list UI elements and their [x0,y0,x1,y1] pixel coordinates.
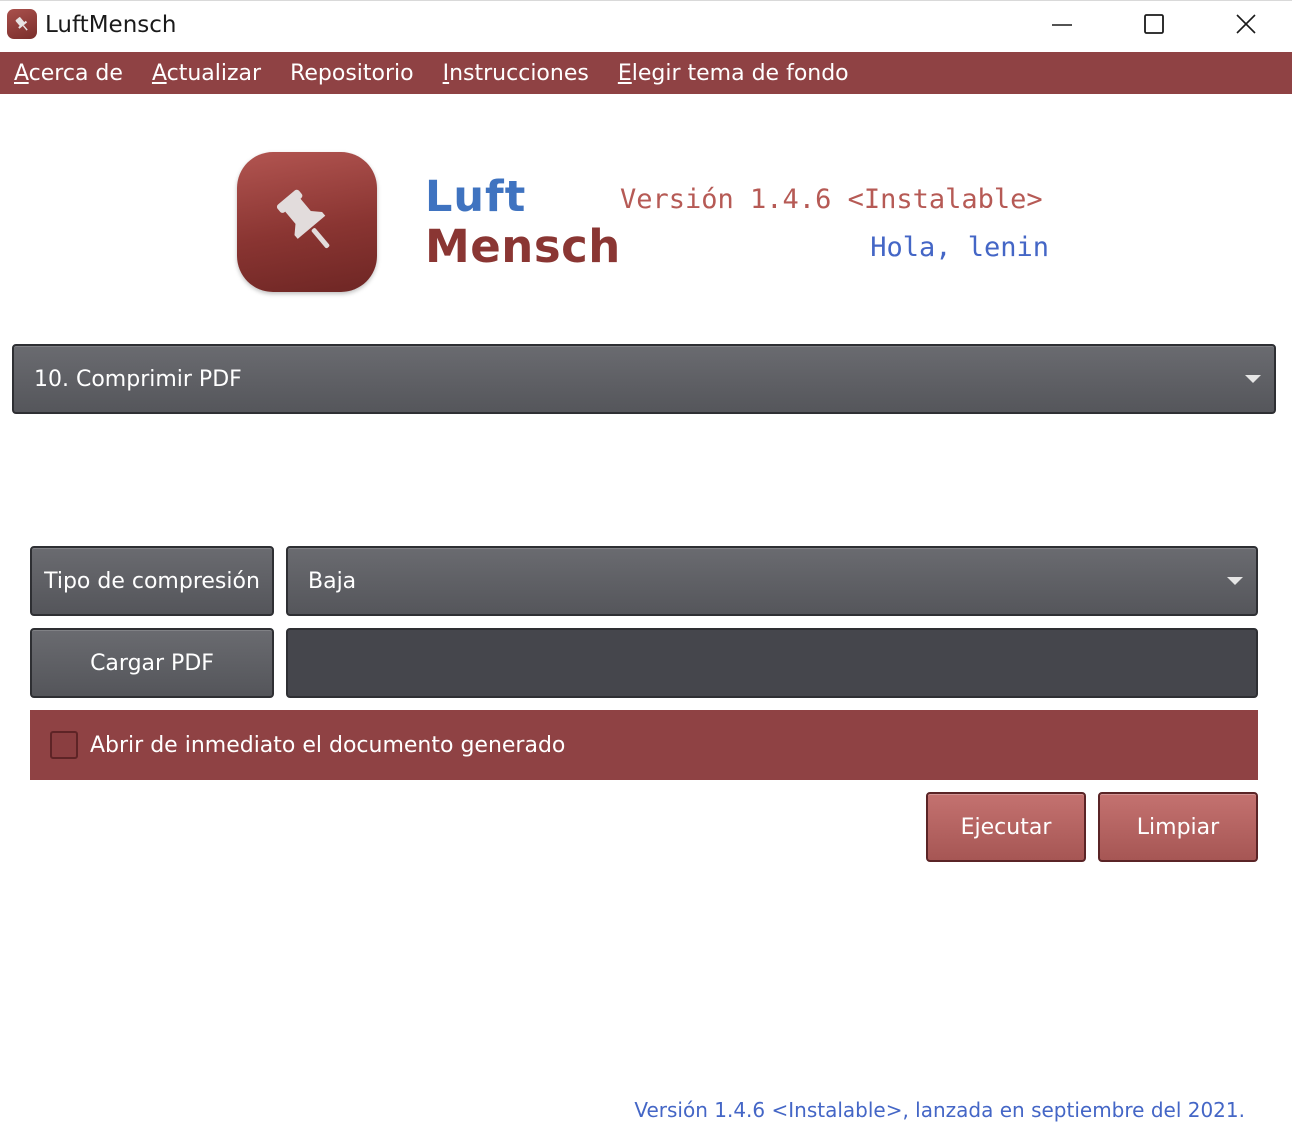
compression-dropdown-value: Baja [308,568,357,594]
menu-label: legir tema de fondo [631,60,849,86]
compression-type-label: Tipo de compresión [30,546,274,616]
version-label: Versión 1.4.6 <Instalable> [620,184,1043,215]
load-pdf-button[interactable]: Cargar PDF [30,628,274,698]
logo-text-mensch: Mensch [425,220,621,273]
menu-label: ctualizar [166,60,262,86]
pushpin-logo-icon [276,189,330,249]
minimize-button[interactable] [1016,1,1108,47]
menu-mnemonic: A [151,60,167,86]
open-after-label[interactable]: Abrir de inmediato el documento generado [90,733,565,758]
menu-bar: Acerca de Actualizar Repositorio Instruc… [0,52,1292,94]
greeting-label: Hola, lenin [870,232,1049,263]
close-icon [1236,14,1256,34]
pushpin-icon [15,17,28,31]
run-button[interactable]: Ejecutar [926,792,1086,862]
menu-item-elegir-tema[interactable]: Elegir tema de fondo [618,61,849,86]
function-dropdown-value: 10. Comprimir PDF [34,366,242,392]
footer-version-text: Versión 1.4.6 <Instalable>, lanzada en s… [634,1098,1245,1122]
app-logo [237,152,377,292]
menu-item-repositorio[interactable]: Repositorio [290,61,414,86]
chevron-down-icon [1227,577,1243,585]
clear-button[interactable]: Limpiar [1098,792,1258,862]
menu-item-actualizar[interactable]: Actualizar [152,61,261,86]
menu-item-instrucciones[interactable]: Instrucciones [443,61,589,86]
menu-label: nstrucciones [449,60,589,86]
logo-text-luft: Luft [425,172,527,222]
menu-item-acerca-de[interactable]: Acerca de [14,61,123,86]
open-after-checkbox[interactable] [50,731,78,759]
menu-label: Repositorio [290,60,414,86]
menu-mnemonic: E [617,60,632,86]
window-title: LuftMensch [45,12,177,38]
close-button[interactable] [1200,1,1292,47]
menu-label: cerca de [28,60,123,86]
maximize-icon [1144,14,1164,34]
maximize-button[interactable] [1108,1,1200,47]
chevron-down-icon [1245,375,1261,383]
app-icon [7,9,37,39]
menu-mnemonic: A [14,60,29,86]
compression-dropdown[interactable]: Baja [286,546,1258,616]
open-after-option: Abrir de inmediato el documento generado [30,710,1258,780]
minimize-icon [1052,24,1072,26]
pdf-path-field[interactable] [286,628,1258,698]
title-bar: LuftMensch [0,0,1292,52]
function-dropdown[interactable]: 10. Comprimir PDF [12,344,1276,414]
